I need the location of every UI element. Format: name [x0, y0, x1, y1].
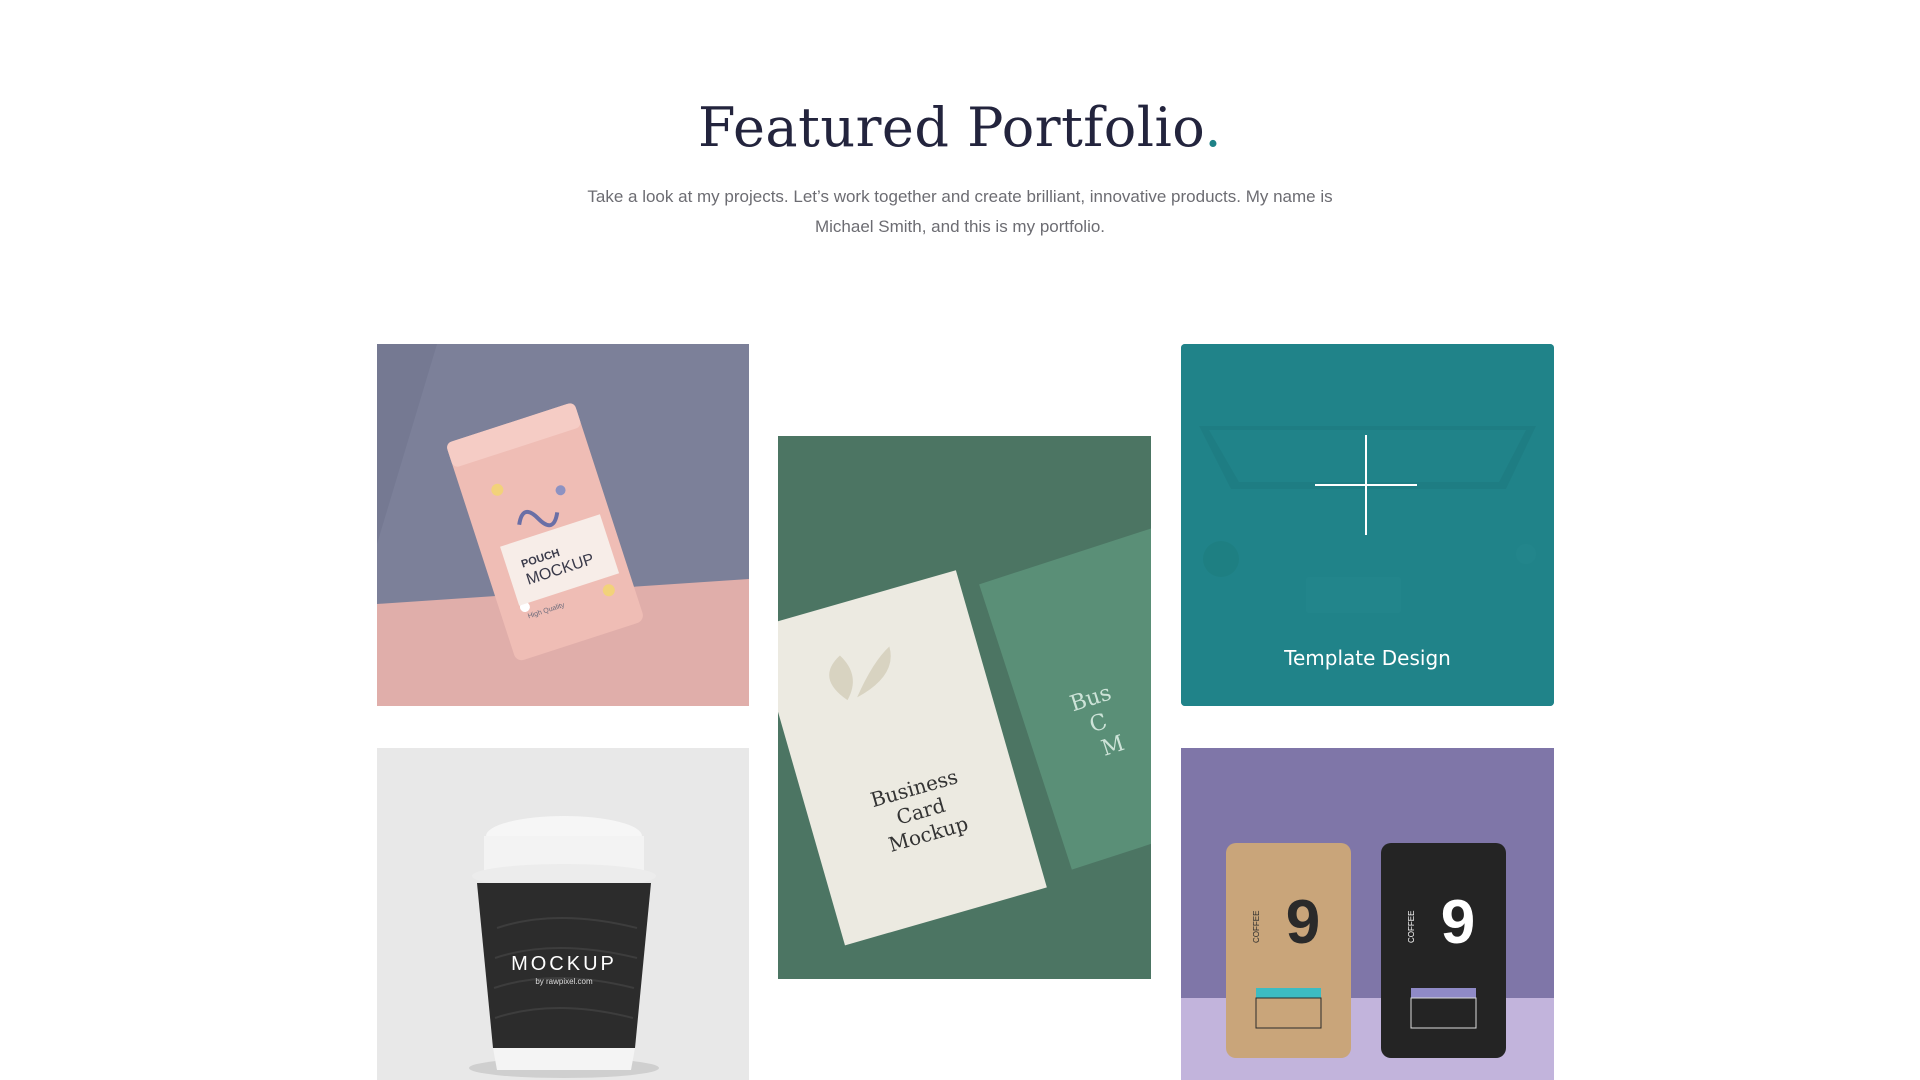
bag-number-left: 9: [1286, 888, 1320, 957]
section-title: Featured Portfolio.: [0, 96, 1920, 159]
portfolio-item-pouch[interactable]: POUCH MOCKUP High Quality: [377, 344, 749, 706]
portfolio-item-template-design[interactable]: Template Design: [1181, 344, 1554, 706]
bag-brand-right: COFFEE: [1407, 911, 1416, 943]
section-title-dot: .: [1204, 96, 1223, 159]
section-description: Take a look at my projects. Let’s work t…: [587, 187, 1333, 236]
portfolio-item-coffee-cup[interactable]: MOCKUP by rawpixel.com: [377, 748, 749, 1080]
portfolio-item-business-card[interactable]: Bus C M Business Card Mockup: [778, 436, 1151, 979]
bag-number-right: 9: [1441, 888, 1475, 957]
cup-label: MOCKUP: [511, 953, 617, 975]
business-card-mockup-image: Bus C M Business Card Mockup: [778, 436, 1151, 979]
pouch-mockup-image: POUCH MOCKUP High Quality: [377, 344, 749, 706]
coffee-cup-mockup-image: MOCKUP by rawpixel.com: [377, 748, 749, 1080]
hover-overlay: Template Design: [1181, 344, 1554, 706]
plus-icon-vertical: [1365, 435, 1367, 535]
section-title-text: Featured Portfolio: [697, 96, 1205, 159]
cup-sublabel: by rawpixel.com: [535, 977, 593, 986]
portfolio-item-coffee-bags[interactable]: 9 9 COFFEE COFFEE: [1181, 748, 1554, 1080]
coffee-bags-mockup-image: 9 9 COFFEE COFFEE: [1181, 748, 1554, 1080]
item-title: Template Design: [1284, 646, 1451, 670]
bag-brand-left: COFFEE: [1252, 911, 1261, 943]
